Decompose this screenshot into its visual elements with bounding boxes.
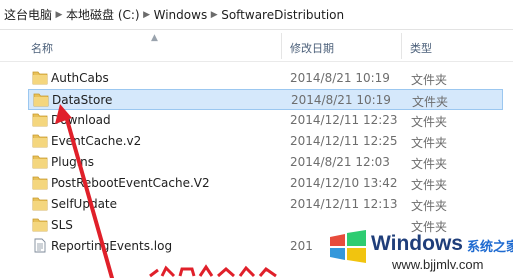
windows-logo-icon	[330, 230, 366, 263]
file-date: 2014/8/21 12:03	[290, 155, 390, 169]
file-date: 2014/12/10 13:42	[290, 176, 398, 190]
file-name: PostRebootEventCache.V2	[51, 176, 210, 190]
address-bar[interactable]: 这台电脑 ▶ 本地磁盘 (C:) ▶ Windows ▶ SoftwareDis…	[0, 0, 513, 30]
breadcrumb-local-disk[interactable]: 本地磁盘 (C:)	[66, 6, 140, 23]
file-date: 2014/12/11 12:23	[290, 113, 398, 127]
folder-icon	[32, 176, 48, 190]
file-type: 文件夹	[411, 136, 448, 150]
watermark-brand: Windows	[371, 232, 463, 255]
file-row[interactable]: AuthCabs 2014/8/21 10:19 文件夹	[28, 68, 503, 89]
sort-ascending-icon: ▲	[151, 33, 158, 43]
file-date: 201	[290, 239, 313, 253]
chevron-right-icon[interactable]: ▶	[52, 10, 66, 20]
folder-icon	[32, 218, 48, 232]
file-name: EventCache.v2	[51, 134, 142, 148]
column-divider[interactable]	[401, 33, 402, 59]
file-name: Plugins	[51, 155, 94, 169]
column-divider[interactable]	[281, 33, 282, 59]
column-header-name[interactable]: 名称	[31, 40, 53, 56]
folder-icon	[32, 113, 48, 127]
file-row[interactable]: DataStore 2014/8/21 10:19 文件夹	[28, 89, 503, 110]
file-date: 2014/8/21 10:19	[291, 93, 391, 107]
annotation-handwriting	[149, 264, 277, 278]
chevron-right-icon[interactable]: ▶	[207, 10, 221, 20]
file-row[interactable]: Plugins 2014/8/21 12:03 文件夹	[28, 152, 503, 173]
breadcrumb-this-pc[interactable]: 这台电脑	[4, 6, 52, 23]
file-date: 2014/12/11 12:25	[290, 134, 398, 148]
file-date: 2014/12/11 12:13	[290, 197, 398, 211]
file-type: 文件夹	[411, 178, 448, 192]
column-header: ▲ 名称 修改日期 类型	[0, 31, 513, 62]
folder-icon	[32, 197, 48, 211]
file-name: SelfUpdate	[51, 197, 118, 211]
column-header-type[interactable]: 类型	[410, 40, 432, 56]
column-header-date[interactable]: 修改日期	[290, 40, 334, 56]
file-name: DataStore	[52, 93, 113, 107]
watermark-cn: 系统之家	[467, 240, 513, 255]
file-date: 2014/8/21 10:19	[290, 71, 390, 85]
file-name: ReportingEvents.log	[51, 239, 173, 253]
breadcrumb-softwaredistribution[interactable]: SoftwareDistribution	[221, 8, 344, 22]
file-name: Download	[51, 113, 111, 127]
folder-icon	[32, 71, 48, 85]
file-name: SLS	[51, 218, 73, 232]
file-type: 文件夹	[412, 95, 449, 109]
watermark: Windows 系统之家 www.bjjmlv.com	[326, 226, 513, 278]
file-row[interactable]: SelfUpdate 2014/12/11 12:13 文件夹	[28, 194, 503, 215]
file-name: AuthCabs	[51, 71, 109, 85]
folder-icon	[32, 155, 48, 169]
file-type: 文件夹	[411, 157, 448, 171]
folder-icon	[32, 134, 48, 148]
breadcrumb-windows[interactable]: Windows	[154, 8, 208, 22]
watermark-url: www.bjjmlv.com	[392, 257, 484, 272]
text-file-icon	[34, 238, 46, 253]
file-row[interactable]: PostRebootEventCache.V2 2014/12/10 13:42…	[28, 173, 503, 194]
chevron-right-icon[interactable]: ▶	[140, 10, 154, 20]
file-type: 文件夹	[411, 73, 448, 87]
file-type: 文件夹	[411, 199, 448, 213]
file-row[interactable]: EventCache.v2 2014/12/11 12:25 文件夹	[28, 131, 503, 152]
folder-icon	[33, 93, 49, 107]
file-type: 文件夹	[411, 115, 448, 129]
file-row[interactable]: Download 2014/12/11 12:23 文件夹	[28, 110, 503, 131]
